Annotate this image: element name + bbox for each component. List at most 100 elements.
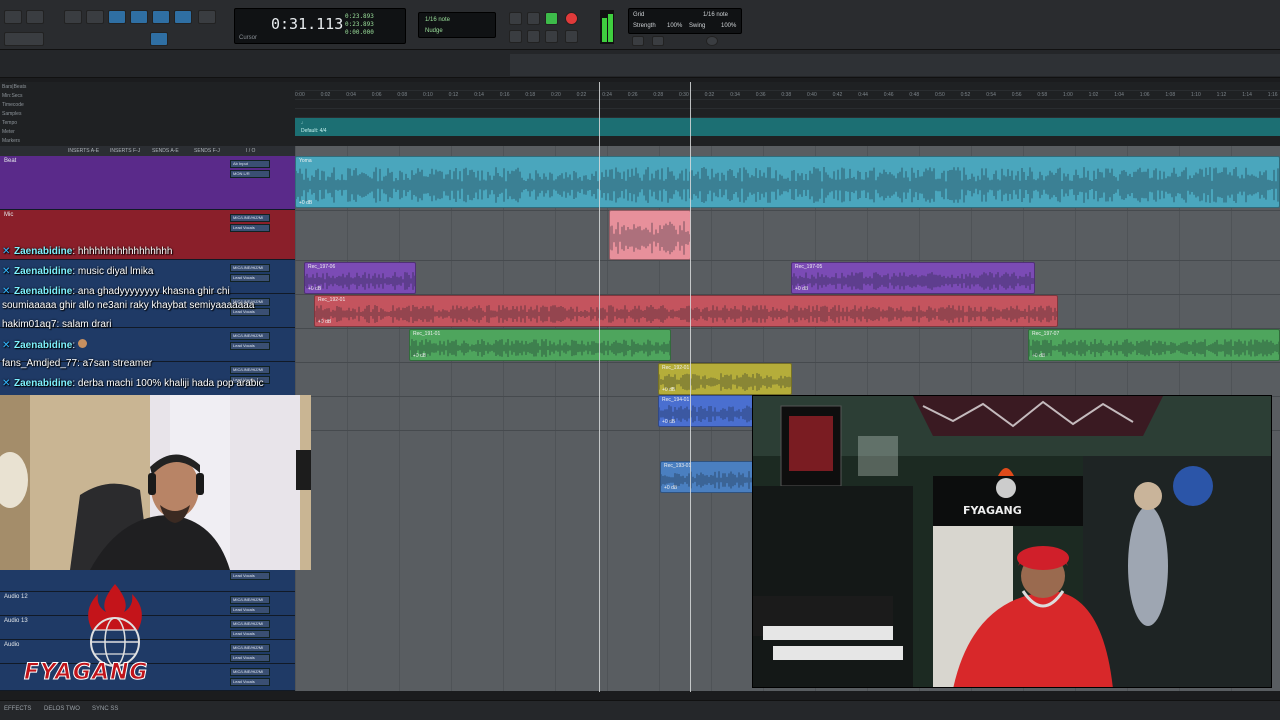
- stop-button[interactable]: [527, 12, 540, 25]
- clip-name: Rec_191-01: [413, 331, 441, 337]
- audio-clip[interactable]: Rec_192-01 +0 dB: [658, 363, 792, 395]
- chat-text: : music diyal lmika: [72, 266, 154, 277]
- clip-name: Rec_197-07: [1032, 331, 1060, 337]
- track-input[interactable]: MIC/LINE/HiZ/MI: [230, 668, 270, 676]
- track-output[interactable]: Lead Vocals: [230, 224, 270, 232]
- grid-settings[interactable]: Grid 1/16 note Strength 100% Swing 100%: [628, 8, 742, 34]
- verified-icon: ✕: [2, 378, 11, 389]
- clip-name: Rec_194-01: [662, 397, 690, 403]
- time-tick: 0:08: [397, 92, 408, 98]
- nudge-mode-button[interactable]: [652, 36, 664, 46]
- waveform: [610, 221, 690, 255]
- time-tick: 0:00: [295, 92, 305, 98]
- min-secs-row[interactable]: 0:00 0:02 0:04 0:06 0:08 0:10 0:12 0:14 0:16 0:18…: [295, 91, 1280, 100]
- mix-columns-header: INSERTS A-E INSERTS F-J SENDS A-E SENDS …: [0, 146, 295, 156]
- audio-clip[interactable]: [609, 210, 691, 260]
- chat-username: Zaenabidine: [14, 378, 73, 389]
- audio-clip[interactable]: Rec_193-01 +0 dB: [660, 461, 760, 493]
- overview-visible-area[interactable]: [510, 54, 1280, 76]
- audio-clip[interactable]: Rec_192-01 +0 dB: [314, 295, 1058, 327]
- track-input[interactable]: MIC/LINE/HiZ/MI: [230, 644, 270, 652]
- grid-mode-button[interactable]: [632, 36, 644, 46]
- playhead-cursor[interactable]: [599, 82, 600, 692]
- time-tick: 0:36: [755, 92, 766, 98]
- track-output[interactable]: Lead Vocals: [230, 572, 270, 580]
- bars-beats-row[interactable]: [295, 82, 1280, 91]
- waveform: [315, 305, 1057, 323]
- audio-clip[interactable]: Rec_194-01 +0 dB: [658, 395, 758, 427]
- play-button[interactable]: [545, 12, 558, 25]
- grid-line: [451, 146, 452, 691]
- nudge-display[interactable]: 1/16 note Nudge: [418, 12, 496, 38]
- track-output[interactable]: Lead Vocals: [230, 654, 270, 662]
- slip-mode-button[interactable]: [26, 10, 44, 24]
- clip-name: Rec_193-01: [664, 463, 692, 469]
- return-to-zero-button[interactable]: [509, 30, 522, 43]
- time-tick: 0:18: [525, 92, 536, 98]
- track-row[interactable]: Beat Ab Input MON L/R: [0, 156, 295, 210]
- zoom-preset-buttons[interactable]: [4, 32, 44, 46]
- next-button[interactable]: [545, 30, 558, 43]
- ruler-samples: Samples: [2, 111, 22, 117]
- track-output[interactable]: Lead Vocals: [230, 678, 270, 686]
- session-overview[interactable]: [0, 50, 1280, 78]
- time-tick: 0:16: [499, 92, 510, 98]
- time-tick: 0:06: [371, 92, 382, 98]
- grabber-tool-button[interactable]: [152, 10, 170, 24]
- timecode-row[interactable]: [295, 100, 1280, 109]
- audio-clip[interactable]: Rec_197-05 +0 dB: [791, 262, 1035, 294]
- track-input[interactable]: MIC/LINE/HiZ/MI: [230, 620, 270, 628]
- link-timeline-button[interactable]: [150, 32, 168, 46]
- clip-name: Rec_192-01: [662, 365, 690, 371]
- track-input[interactable]: MIC/LINE/HiZ/MI: [230, 596, 270, 604]
- selector-tool-button[interactable]: [130, 10, 148, 24]
- rewind-button[interactable]: [509, 12, 522, 25]
- search-icon[interactable]: [86, 10, 104, 24]
- track-input[interactable]: Ab Input: [230, 160, 270, 168]
- time-tick: 1:06: [1139, 92, 1150, 98]
- inserts-fj-header: INSERTS F-J: [110, 148, 141, 154]
- chat-text: : ana ghadyyyyyyyy khasna ghir chi: [72, 286, 230, 297]
- pencil-icon[interactable]: [198, 10, 216, 24]
- time-tick: 0:40: [807, 92, 817, 98]
- fyagang-logo: FYAGANG: [20, 580, 210, 692]
- track-output[interactable]: MON L/R: [230, 170, 270, 178]
- track-input[interactable]: MIC/LINE/HiZ/MI: [230, 214, 270, 222]
- effects-label[interactable]: EFFECTS: [4, 706, 31, 712]
- chat-message: ✕ Zaenabidine: derba machi 100% khaliji h…: [2, 378, 264, 390]
- time-tick: 0:56: [1011, 92, 1022, 98]
- zoom-tool-button[interactable]: [64, 10, 82, 24]
- track-separator: [295, 260, 1280, 261]
- track-name: Beat: [4, 158, 17, 164]
- webcam-scene: [0, 395, 311, 570]
- chat-text: : salam drari: [56, 319, 112, 330]
- grid-label: Grid: [633, 12, 645, 18]
- meter-left: [602, 18, 607, 42]
- previous-button[interactable]: [527, 30, 540, 43]
- samples-row[interactable]: [295, 109, 1280, 118]
- smart-tool-button[interactable]: [174, 10, 192, 24]
- waveform: [410, 339, 670, 357]
- sync-label[interactable]: SYNC SS: [92, 706, 118, 712]
- ruler-markers: Markers: [2, 138, 21, 144]
- loop-button[interactable]: [565, 30, 578, 43]
- audio-clip[interactable]: Rec_191-01 +0 dB: [409, 329, 671, 361]
- cursor-label: Cursor: [239, 35, 258, 41]
- audio-clip[interactable]: Rec_197-06 +0 dB: [304, 262, 416, 294]
- clip-name: Rec_197-06: [308, 264, 336, 270]
- tempo-meter-bar[interactable]: ♩ Default: 4/4: [295, 118, 1280, 136]
- record-button[interactable]: [565, 12, 578, 25]
- chat-text: : a7san streamer: [77, 358, 153, 369]
- settings-icon[interactable]: [706, 36, 718, 46]
- audio-clip[interactable]: Rec_197-07 +0 dB: [1028, 329, 1280, 361]
- audio-clip[interactable]: Yoma +0 dB: [295, 156, 1280, 208]
- grid-line: [503, 146, 504, 691]
- track-output[interactable]: Lead Vocals: [230, 606, 270, 614]
- ruler-tempo: Tempo: [2, 120, 18, 126]
- verified-icon: ✕: [2, 246, 11, 257]
- main-counter[interactable]: 0:31.113 Cursor 0:23.893 0:23.893 0:00.0…: [234, 8, 406, 44]
- delos-label[interactable]: DELOS TWO: [44, 706, 80, 712]
- shuffle-mode-button[interactable]: [4, 10, 22, 24]
- trim-tool-button[interactable]: [108, 10, 126, 24]
- track-output[interactable]: Lead Vocals: [230, 630, 270, 638]
